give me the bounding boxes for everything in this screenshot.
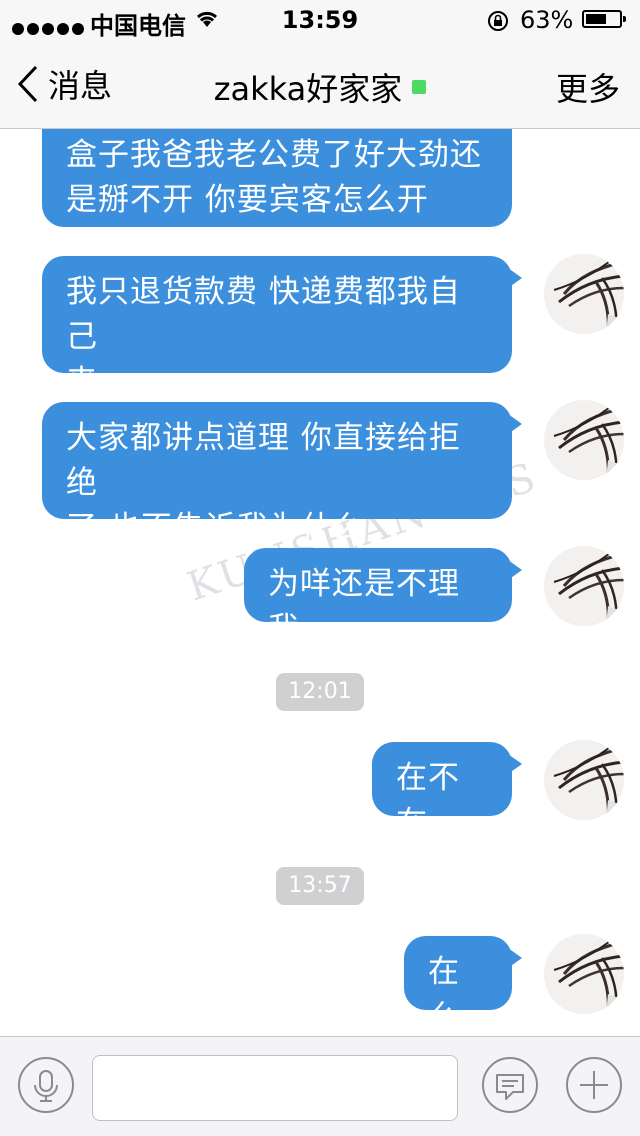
timestamp: 12:01 [276,673,364,711]
navigation-bar: 消息 zakka好家家 更多 [0,40,640,129]
avatar[interactable] [544,400,624,480]
message-list[interactable]: KUNSHAN BBS 盒子我爸我老公费了好大劲还 是掰不开 你要宾客怎么开 我… [0,129,640,1036]
message-text: 是掰不开 你要宾客怎么开 [66,182,429,218]
message-text: 大家都讲点道理 你直接给拒绝 [66,420,461,501]
message-bubble[interactable]: 盒子我爸我老公费了好大劲还 是掰不开 你要宾客怎么开 [42,129,512,227]
microphone-icon [34,1070,58,1102]
rotation-lock-icon [488,11,508,31]
voice-button[interactable] [18,1057,74,1113]
avatar-image [544,254,624,334]
more-button[interactable]: 更多 [556,64,620,110]
avatar-image [544,546,624,626]
message-text: 为咩还是不理我 [268,566,460,647]
message-text: 来 [66,364,98,400]
message-bubble[interactable]: 在么 [404,936,522,1035]
message-bubble[interactable]: 在不在 [372,742,522,841]
battery-percent: 63% [520,6,574,34]
avatar[interactable] [544,934,624,1014]
avatar-image [544,740,624,820]
chat-screen: 中国电信 13:59 63% 消息 zakka好家家 更多 KUNSHAN BB… [0,0,640,1136]
message-text: 了 也不告诉我为什么 [66,510,365,546]
chat-bubble-icon [496,1074,524,1100]
avatar[interactable] [544,546,624,626]
message-input[interactable] [92,1055,458,1121]
message-bubble[interactable]: 我只退货款费 快递费都我自己 来 [42,256,522,400]
avatar-image [544,934,624,1014]
avatar[interactable] [544,254,624,334]
input-toolbar [0,1036,640,1136]
message-text: 在么 [428,954,460,1035]
add-button[interactable] [566,1057,622,1113]
online-status-icon [412,80,427,94]
message-bubble[interactable]: 为咩还是不理我 [244,548,522,647]
battery-icon [582,10,626,28]
avatar-image [544,400,624,480]
timestamp: 13:57 [276,867,364,905]
emoji-button[interactable] [482,1057,538,1113]
message-text: 在不在 [396,760,460,841]
status-bar: 中国电信 13:59 63% [0,0,640,40]
avatar[interactable] [544,740,624,820]
message-text: 我只退货款费 快递费都我自己 [66,274,461,355]
message-bubble[interactable]: 大家都讲点道理 你直接给拒绝 了 也不告诉我为什么 [42,402,522,546]
message-text: 盒子我爸我老公费了好大劲还 [66,137,482,173]
plus-icon [580,1071,608,1099]
contact-name: zakka好家家 [213,70,403,108]
chat-title: zakka好家家 [0,64,640,110]
